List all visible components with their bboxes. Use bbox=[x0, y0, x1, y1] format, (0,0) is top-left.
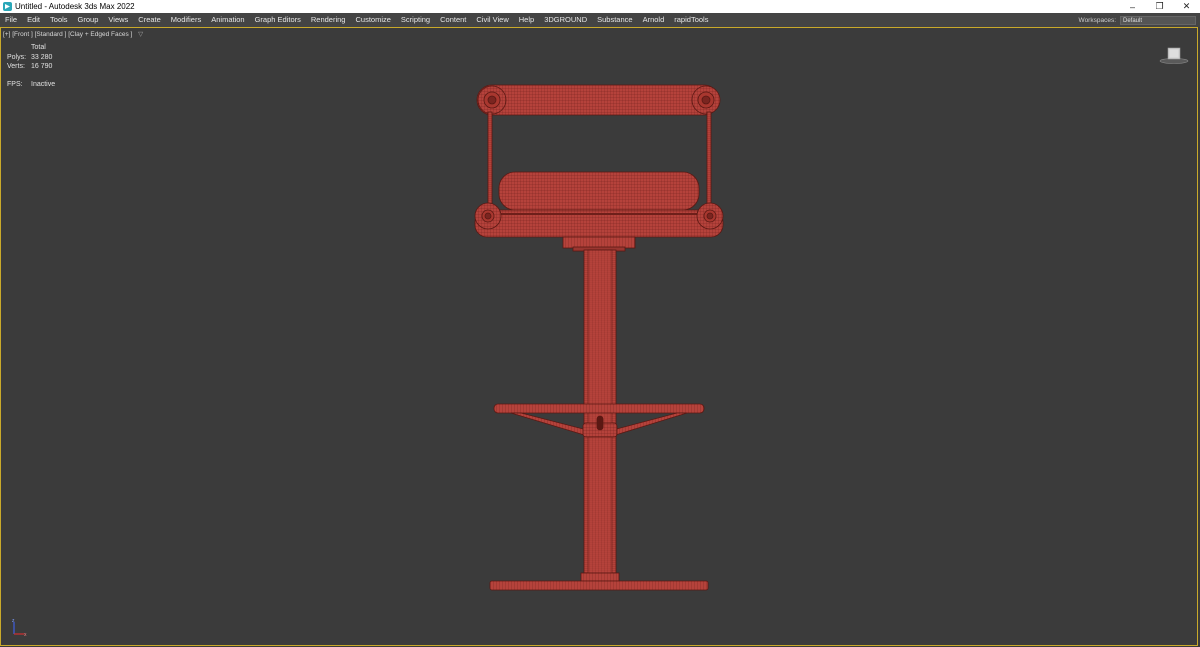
window-title: Untitled - Autodesk 3ds Max 2022 bbox=[15, 2, 135, 11]
menu-3dground[interactable]: 3DGROUND bbox=[539, 13, 592, 27]
footrest-brace-left bbox=[510, 412, 592, 438]
footrest-brace-right bbox=[608, 412, 688, 438]
menu-customize[interactable]: Customize bbox=[350, 13, 395, 27]
menu-bar: File Edit Tools Group Views Create Modif… bbox=[0, 13, 1200, 27]
menu-tools[interactable]: Tools bbox=[45, 13, 73, 27]
seat-cushion bbox=[498, 171, 700, 211]
menu-animation[interactable]: Animation bbox=[206, 13, 249, 27]
right-rod bbox=[706, 111, 712, 215]
footrest-ring bbox=[493, 403, 705, 414]
minimize-button[interactable]: – bbox=[1119, 0, 1146, 13]
workspaces-label: Workspaces: bbox=[1078, 16, 1116, 24]
menu-rendering[interactable]: Rendering bbox=[306, 13, 351, 27]
menu-file[interactable]: File bbox=[0, 13, 22, 27]
menu-rapidtools[interactable]: rapidTools bbox=[669, 13, 713, 27]
menu-arnold[interactable]: Arnold bbox=[638, 13, 670, 27]
column-cap bbox=[562, 236, 636, 249]
menu-modifiers[interactable]: Modifiers bbox=[166, 13, 206, 27]
menu-help[interactable]: Help bbox=[514, 13, 539, 27]
menu-scripting[interactable]: Scripting bbox=[396, 13, 435, 27]
close-button[interactable]: ✕ bbox=[1173, 0, 1200, 13]
menu-edit[interactable]: Edit bbox=[22, 13, 45, 27]
menu-group[interactable]: Group bbox=[73, 13, 104, 27]
backrest-roll bbox=[476, 84, 720, 116]
base-collar bbox=[580, 572, 620, 582]
menu-views[interactable]: Views bbox=[103, 13, 133, 27]
bar-stool-model[interactable] bbox=[1, 28, 1199, 647]
title-bar: Untitled - Autodesk 3ds Max 2022 – ❐ ✕ bbox=[0, 0, 1200, 13]
workspaces-area: Workspaces: Default bbox=[1079, 13, 1200, 27]
restore-button[interactable]: ❐ bbox=[1146, 0, 1173, 13]
left-rod bbox=[487, 111, 493, 215]
menu-create[interactable]: Create bbox=[133, 13, 166, 27]
3ds-max-icon bbox=[3, 2, 12, 11]
menu-graph-editors[interactable]: Graph Editors bbox=[250, 13, 306, 27]
menu-content[interactable]: Content bbox=[435, 13, 471, 27]
menu-substance[interactable]: Substance bbox=[592, 13, 637, 27]
base-plate bbox=[489, 580, 709, 591]
window-controls: – ❐ ✕ bbox=[1119, 0, 1200, 13]
workspaces-dropdown[interactable]: Default bbox=[1120, 15, 1196, 25]
menu-civil-view[interactable]: Civil View bbox=[471, 13, 513, 27]
front-viewport[interactable]: [+] [Front ] [Standard ] [Clay + Edged F… bbox=[0, 27, 1198, 646]
